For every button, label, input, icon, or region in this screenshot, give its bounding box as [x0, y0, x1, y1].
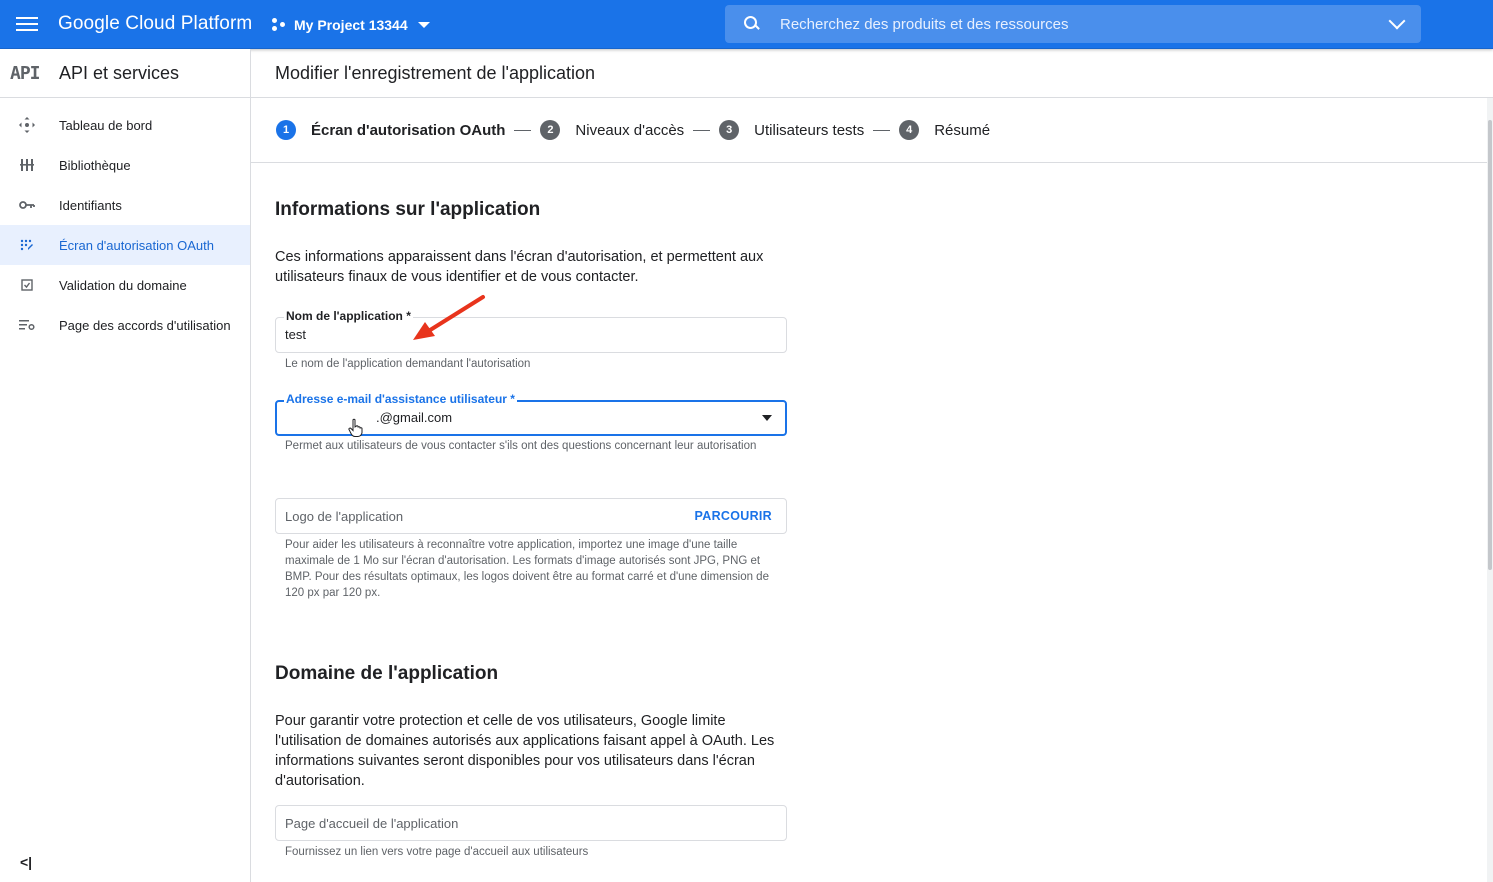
homepage-hint: Fournissez un lien vers votre page d'acc… [285, 846, 589, 858]
caret-down-icon [417, 22, 430, 28]
search-bar[interactable]: Recherchez des produits et des ressource… [725, 5, 1421, 43]
step-connector [873, 129, 891, 131]
app-domain-heading: Domaine de l'application [275, 663, 499, 684]
step-label: Niveaux d'accès [575, 121, 685, 139]
search-icon [742, 15, 760, 33]
step-number: 3 [719, 120, 740, 140]
sidebar-item-domain-verification[interactable]: Validation du domaine [0, 265, 250, 305]
project-selector[interactable]: My Project 13344 [272, 13, 430, 37]
app-logo-field[interactable]: Logo de l'application PARCOURIR [275, 498, 787, 534]
app-name-hint: Le nom de l'application demandant l'auto… [285, 358, 531, 370]
header-divider [251, 97, 1493, 98]
sidebar-item-label: Bibliothèque [59, 157, 131, 173]
search-input[interactable]: Recherchez des produits et des ressource… [780, 16, 1391, 33]
sidebar-item-usage-agreements[interactable]: Page des accords d'utilisation [0, 305, 250, 345]
app-name-label: Nom de l'application * [284, 309, 413, 323]
sidebar-item-dashboard[interactable]: Tableau de bord [0, 105, 250, 145]
app-logo-hint: Pour aider les utilisateurs à reconnaîtr… [285, 539, 769, 599]
sidebar-item-credentials[interactable]: Identifiants [0, 185, 250, 225]
dropdown-arrow-icon[interactable] [762, 415, 772, 421]
api-logo: API [10, 62, 41, 84]
support-email-value[interactable]: .@gmail.com [376, 410, 452, 425]
oauth-consent-icon [19, 237, 35, 253]
sidebar-header: API API et services [0, 49, 250, 98]
step-oauth-consent[interactable]: 1 Écran d'autorisation OAuth [276, 120, 505, 140]
step-test-users[interactable]: 3 Utilisateurs tests [719, 120, 864, 140]
step-number: 4 [899, 120, 920, 140]
step-label: Utilisateurs tests [754, 121, 865, 139]
app-name-input[interactable]: test [285, 327, 306, 342]
support-email-label: Adresse e-mail d'assistance utilisateur … [284, 392, 517, 406]
app-domain-description: Pour garantir votre protection et celle … [275, 713, 775, 789]
sidebar-item-label: Page des accords d'utilisation [59, 317, 231, 333]
settings-list-icon [19, 317, 35, 333]
collapse-sidebar-icon[interactable]: <| [20, 854, 32, 870]
sidebar-title: API et services [59, 62, 180, 83]
scrollbar-thumb[interactable] [1488, 120, 1492, 570]
app-info-description: Ces informations apparaissent dans l'écr… [275, 249, 764, 285]
sidebar-item-oauth-consent[interactable]: Écran d'autorisation OAuth [0, 225, 250, 265]
sidebar-item-label: Validation du domaine [59, 277, 187, 293]
app-info-heading: Informations sur l'application [275, 199, 541, 220]
project-dots-icon [272, 18, 286, 32]
annotation-arrow-icon [413, 295, 485, 340]
checkbox-icon [19, 277, 35, 293]
support-email-hint: Permet aux utilisateurs de vous contacte… [285, 440, 757, 452]
stepper: 1 Écran d'autorisation OAuth 2 Niveaux d… [276, 120, 990, 140]
step-summary[interactable]: 4 Résumé [899, 120, 990, 140]
hamburger-menu-icon[interactable] [16, 14, 38, 34]
library-icon [19, 157, 35, 173]
app-name-field[interactable]: Nom de l'application * test [275, 309, 787, 353]
step-number: 2 [540, 120, 561, 140]
step-connector [514, 129, 532, 131]
page-title: Modifier l'enregistrement de l'applicati… [275, 63, 596, 83]
step-connector [693, 129, 711, 131]
step-scopes[interactable]: 2 Niveaux d'accès [540, 120, 684, 140]
product-brand[interactable]: Google Cloud Platform [58, 13, 252, 35]
sidebar-item-label: Écran d'autorisation OAuth [59, 237, 214, 253]
hand-cursor-icon [348, 418, 363, 437]
step-number: 1 [276, 120, 296, 140]
sidebar-item-label: Tableau de bord [59, 117, 153, 133]
key-icon [19, 197, 35, 213]
homepage-input[interactable]: Page d'accueil de l'application [285, 816, 458, 831]
project-name: My Project 13344 [294, 17, 408, 33]
sidebar: API API et services Tableau de bord Bibl… [0, 49, 251, 882]
sidebar-item-library[interactable]: Bibliothèque [0, 145, 250, 185]
step-label: Résumé [934, 121, 991, 139]
app-logo-placeholder: Logo de l'application [285, 509, 404, 524]
browse-button[interactable]: PARCOURIR [695, 509, 772, 523]
step-label: Écran d'autorisation OAuth [311, 121, 506, 139]
sidebar-item-label: Identifiants [59, 197, 122, 213]
chevron-down-icon[interactable] [1388, 12, 1406, 30]
top-app-bar: Google Cloud Platform My Project 13344 R… [0, 0, 1493, 49]
dashboard-icon [19, 117, 35, 133]
stepper-divider [251, 162, 1487, 163]
homepage-field[interactable]: Page d'accueil de l'application [275, 805, 787, 841]
